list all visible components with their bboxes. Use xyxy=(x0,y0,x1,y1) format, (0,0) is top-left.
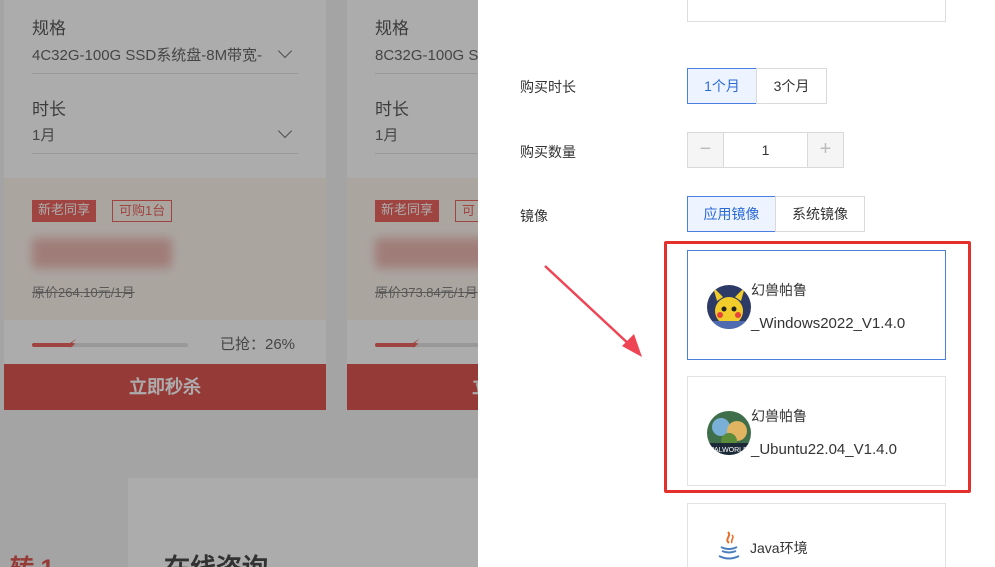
quantity-input[interactable]: 1 xyxy=(724,133,807,167)
quantity-stepper: − 1 + xyxy=(687,132,844,168)
java-icon xyxy=(716,530,742,562)
previous-field-box xyxy=(687,0,946,22)
decrement-button[interactable]: − xyxy=(688,133,724,167)
tab-app-image[interactable]: 应用镜像 xyxy=(687,196,776,232)
purchase-drawer: 购买时长 1个月 3个月 购买数量 − 1 + 镜像 应用镜像 系统镜像 幻兽帕… xyxy=(478,0,995,567)
highlight-box xyxy=(664,241,971,493)
duration-label: 购买时长 xyxy=(520,79,576,95)
image-option-java[interactable]: Java环境 xyxy=(687,503,946,567)
increment-button[interactable]: + xyxy=(807,133,843,167)
duration-option-3month[interactable]: 3个月 xyxy=(756,68,827,104)
tab-system-image[interactable]: 系统镜像 xyxy=(775,196,865,232)
image-name: Java环境 xyxy=(750,540,808,556)
modal-overlay[interactable] xyxy=(0,0,478,567)
quantity-label: 购买数量 xyxy=(520,144,576,160)
duration-option-1month[interactable]: 1个月 xyxy=(687,68,757,104)
image-label: 镜像 xyxy=(520,208,548,224)
